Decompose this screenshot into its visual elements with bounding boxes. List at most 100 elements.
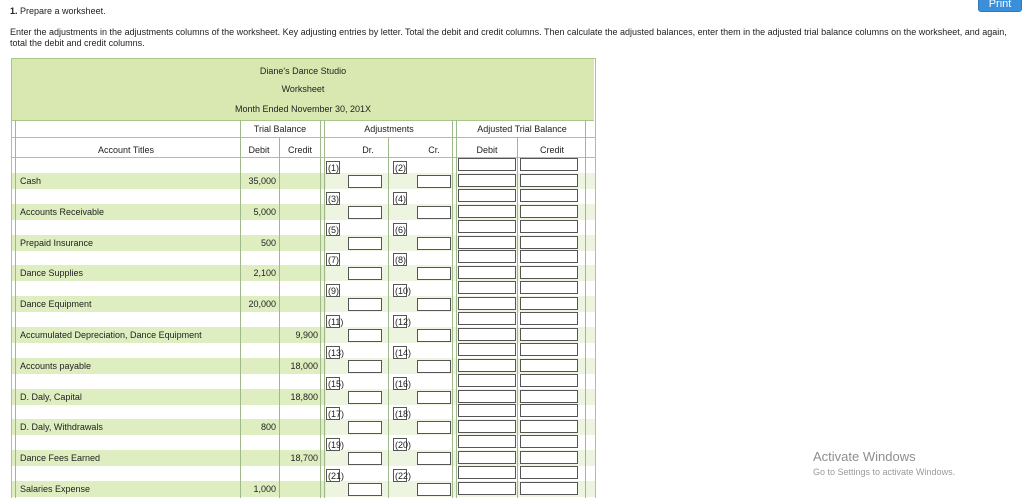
header-rule (12, 137, 595, 138)
adjusted-credit-input[interactable] (520, 297, 578, 310)
adjusted-debit-input[interactable] (458, 250, 516, 263)
adjustment-debit-input[interactable] (348, 237, 382, 250)
credit-key-input[interactable]: (20) (393, 438, 411, 451)
adjusted-credit-input[interactable] (520, 343, 578, 356)
adjustment-debit-input[interactable] (348, 421, 382, 434)
adjusted-credit-input[interactable] (520, 205, 578, 218)
adjusted-credit-input[interactable] (520, 466, 578, 479)
adjusted-debit-input[interactable] (458, 297, 516, 310)
adjusted-debit-input[interactable] (458, 404, 516, 417)
debit-key-input[interactable]: (15) (326, 377, 344, 390)
adjustment-credit-input[interactable] (417, 175, 451, 188)
adjustment-credit-input[interactable] (417, 421, 451, 434)
column-divider (585, 120, 586, 498)
adjusted-credit-input[interactable] (520, 158, 578, 171)
adjusted-debit-input[interactable] (458, 359, 516, 372)
adjusted-credit-input[interactable] (520, 435, 578, 448)
credit-key-input[interactable]: (12) (393, 315, 411, 328)
adjusted-credit-input[interactable] (520, 250, 578, 263)
adjustment-credit-input[interactable] (417, 329, 451, 342)
print-button[interactable]: Print (978, 0, 1022, 12)
adjusted-debit-input[interactable] (458, 174, 516, 187)
adjusted-credit-input[interactable] (520, 451, 578, 464)
credit-key-input[interactable]: (4) (393, 192, 407, 205)
adjusted-debit-input[interactable] (458, 205, 516, 218)
activate-windows-title: Activate Windows (813, 449, 916, 464)
adjusted-credit-input[interactable] (520, 420, 578, 433)
adjustment-credit-input[interactable] (417, 267, 451, 280)
adjusted-debit-input[interactable] (458, 312, 516, 325)
adjusted-debit-input[interactable] (458, 420, 516, 433)
adjustment-debit-input[interactable] (348, 391, 382, 404)
adjusted-debit-input[interactable] (458, 390, 516, 403)
adjusted-credit-input[interactable] (520, 281, 578, 294)
adjustment-debit-input[interactable] (348, 298, 382, 311)
adjusted-credit-input[interactable] (520, 390, 578, 403)
adjusted-credit-input[interactable] (520, 482, 578, 495)
adjusted-credit-input[interactable] (520, 374, 578, 387)
adjustment-debit-input[interactable] (348, 483, 382, 496)
adjustment-debit-input[interactable] (348, 452, 382, 465)
credit-key-input[interactable]: (8) (393, 253, 407, 266)
adjusted-credit-input[interactable] (520, 174, 578, 187)
adjusted-debit-input[interactable] (458, 343, 516, 356)
adjusted-debit-input[interactable] (458, 466, 516, 479)
credit-key-input[interactable]: (14) (393, 346, 411, 359)
adjusted-debit-input[interactable] (458, 281, 516, 294)
adjustment-debit-input[interactable] (348, 175, 382, 188)
adjustment-credit-input[interactable] (417, 452, 451, 465)
adjusted-debit-input[interactable] (458, 451, 516, 464)
adjustment-debit-input[interactable] (348, 206, 382, 219)
adjusted-debit-input[interactable] (458, 266, 516, 279)
adjusted-debit-input[interactable] (458, 158, 516, 171)
credit-key-input[interactable]: (18) (393, 407, 411, 420)
column-divider (456, 120, 457, 498)
debit-key-input[interactable]: (7) (326, 253, 340, 266)
adjustment-credit-input[interactable] (417, 483, 451, 496)
trial-debit-header: Debit (248, 145, 270, 155)
adjusted-credit-input[interactable] (520, 220, 578, 233)
debit-key-input[interactable]: (11) (326, 315, 343, 328)
debit-key-input[interactable]: (9) (326, 284, 340, 297)
adjustment-credit-input[interactable] (417, 360, 451, 373)
adjustment-debit-input[interactable] (348, 329, 382, 342)
credit-key-input[interactable]: (2) (393, 161, 407, 174)
debit-key-input[interactable]: (13) (326, 346, 344, 359)
account-title: Dance Equipment (20, 299, 92, 309)
debit-key-input[interactable]: (3) (326, 192, 340, 205)
adjusted-credit-input[interactable] (520, 189, 578, 202)
adjusted-debit-input[interactable] (458, 435, 516, 448)
adjusted-credit-input[interactable] (520, 312, 578, 325)
adjusted-debit-input[interactable] (458, 189, 516, 202)
credit-key-input[interactable]: (6) (393, 223, 407, 236)
table-row: Dance Equipment 20,000 (9) (10) (12, 281, 595, 312)
trial-debit-value: 35,000 (248, 176, 276, 186)
question-title: 1. Prepare a worksheet. (10, 6, 106, 16)
adjustment-debit-input[interactable] (348, 267, 382, 280)
adjusted-debit-input[interactable] (458, 328, 516, 341)
adjusted-credit-input[interactable] (520, 328, 578, 341)
debit-key-input[interactable]: (5) (326, 223, 340, 236)
worksheet: Diane's Dance Studio Worksheet Month End… (11, 58, 596, 498)
adjusted-debit-input[interactable] (458, 236, 516, 249)
account-title: D. Daly, Withdrawals (20, 422, 103, 432)
adjusted-credit-input[interactable] (520, 266, 578, 279)
credit-key-input[interactable]: (16) (393, 377, 411, 390)
adjustment-credit-input[interactable] (417, 206, 451, 219)
debit-key-input[interactable]: (17) (326, 407, 344, 420)
credit-key-input[interactable]: (22) (393, 469, 411, 482)
adjusted-debit-input[interactable] (458, 220, 516, 233)
debit-key-input[interactable]: (21) (326, 469, 344, 482)
adjustment-credit-input[interactable] (417, 298, 451, 311)
adjusted-credit-input[interactable] (520, 359, 578, 372)
adjustment-debit-input[interactable] (348, 360, 382, 373)
debit-key-input[interactable]: (19) (326, 438, 344, 451)
debit-key-input[interactable]: (1) (326, 161, 340, 174)
adjustment-credit-input[interactable] (417, 391, 451, 404)
credit-key-input[interactable]: (10) (393, 284, 411, 297)
adjustment-credit-input[interactable] (417, 237, 451, 250)
adjusted-credit-input[interactable] (520, 404, 578, 417)
adjusted-debit-input[interactable] (458, 482, 516, 495)
adjusted-credit-input[interactable] (520, 236, 578, 249)
adjusted-debit-input[interactable] (458, 374, 516, 387)
